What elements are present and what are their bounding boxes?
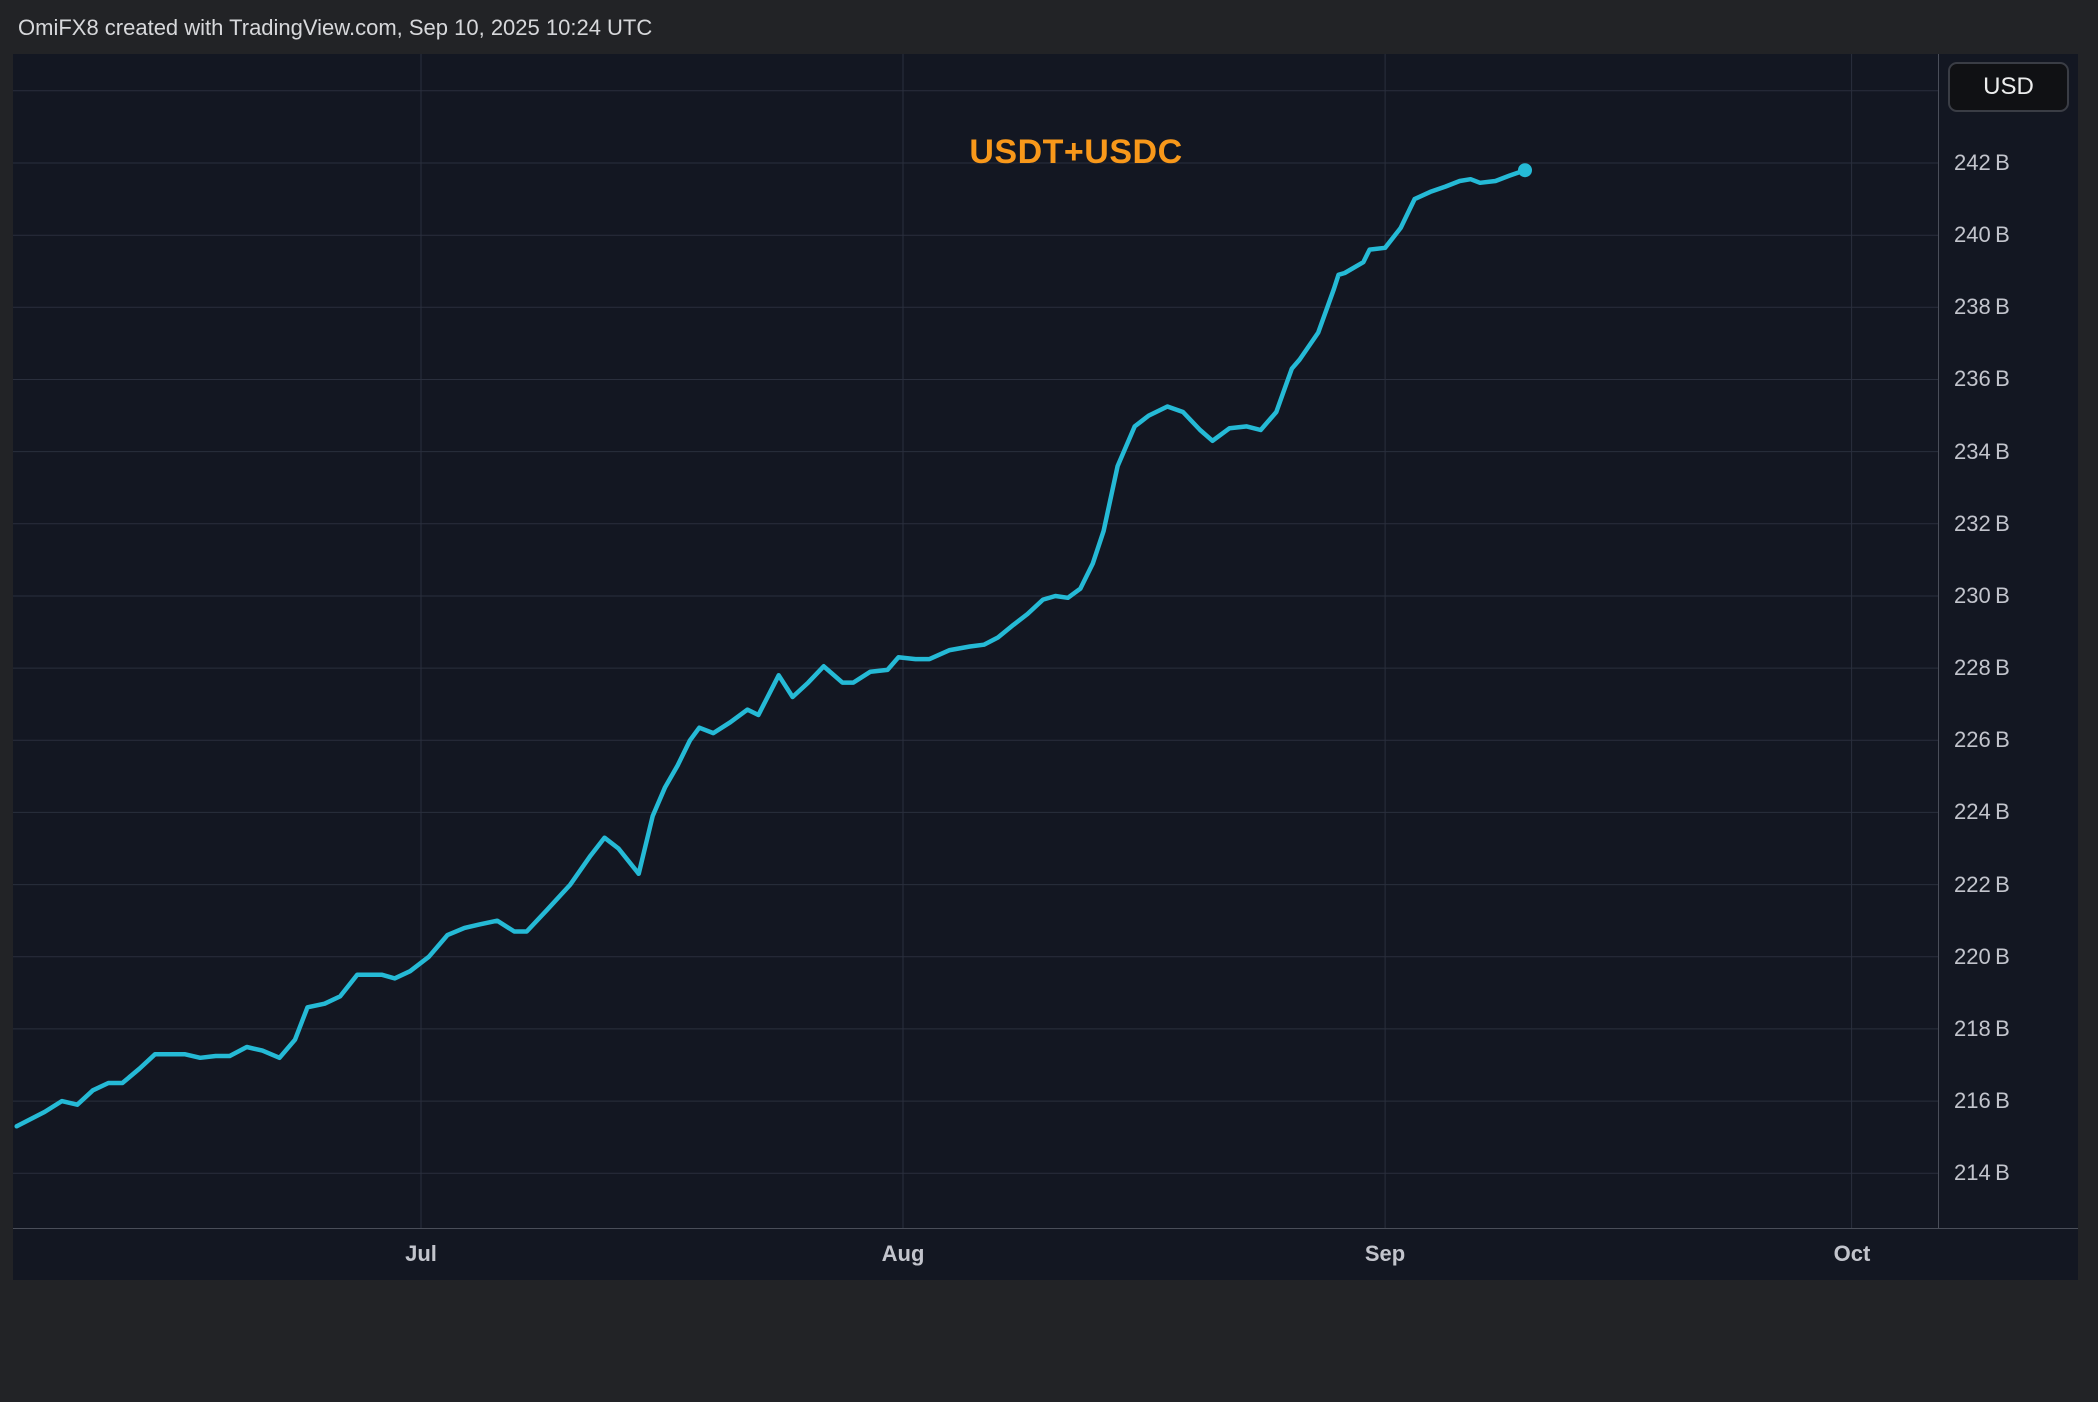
price-axis-label: 228 B	[1954, 655, 2010, 681]
price-axis-label: 226 B	[1954, 727, 2010, 753]
price-axis-label: 232 B	[1954, 511, 2010, 537]
last-price-dot	[1518, 163, 1532, 177]
time-axis-label: Sep	[1365, 1229, 1405, 1279]
attribution-text: OmiFX8 created with TradingView.com, Sep…	[18, 0, 652, 56]
price-axis-label: 214 B	[1954, 1160, 2010, 1186]
time-axis[interactable]: Jul Aug Sep Oct	[13, 1228, 2078, 1280]
price-axis-label: 216 B	[1954, 1088, 2010, 1114]
footer-bar: TradingView	[0, 1280, 2098, 1402]
chart-panel: USDT+USDC Jul Aug Sep Oct USD 214 B 216 B 218…	[13, 54, 2078, 1280]
price-axis[interactable]: USD 214 B 216 B 218 B 220 B 222 B 224 B 226 B 2…	[1938, 54, 2078, 1228]
price-chart[interactable]	[13, 54, 1938, 1228]
time-axis-label: Jul	[405, 1229, 437, 1279]
price-axis-label: 230 B	[1954, 583, 2010, 609]
currency-toggle-button[interactable]: USD	[1948, 62, 2069, 112]
time-axis-label: Oct	[1834, 1229, 1871, 1279]
price-axis-label: 224 B	[1954, 799, 2010, 825]
price-axis-label: 240 B	[1954, 222, 2010, 248]
price-axis-label: 222 B	[1954, 872, 2010, 898]
header-bar: OmiFX8 created with TradingView.com, Sep…	[0, 0, 2098, 54]
price-axis-label: 218 B	[1954, 1016, 2010, 1042]
price-axis-label: 220 B	[1954, 944, 2010, 970]
price-axis-label: 236 B	[1954, 366, 2010, 392]
tradingview-snapshot: OmiFX8 created with TradingView.com, Sep…	[0, 0, 2098, 1402]
series-line	[17, 170, 1525, 1126]
price-axis-label: 238 B	[1954, 294, 2010, 320]
series-label: USDT+USDC	[956, 133, 1196, 172]
price-axis-label: 234 B	[1954, 439, 2010, 465]
price-axis-label: 242 B	[1954, 150, 2010, 176]
time-axis-label: Aug	[882, 1229, 925, 1279]
